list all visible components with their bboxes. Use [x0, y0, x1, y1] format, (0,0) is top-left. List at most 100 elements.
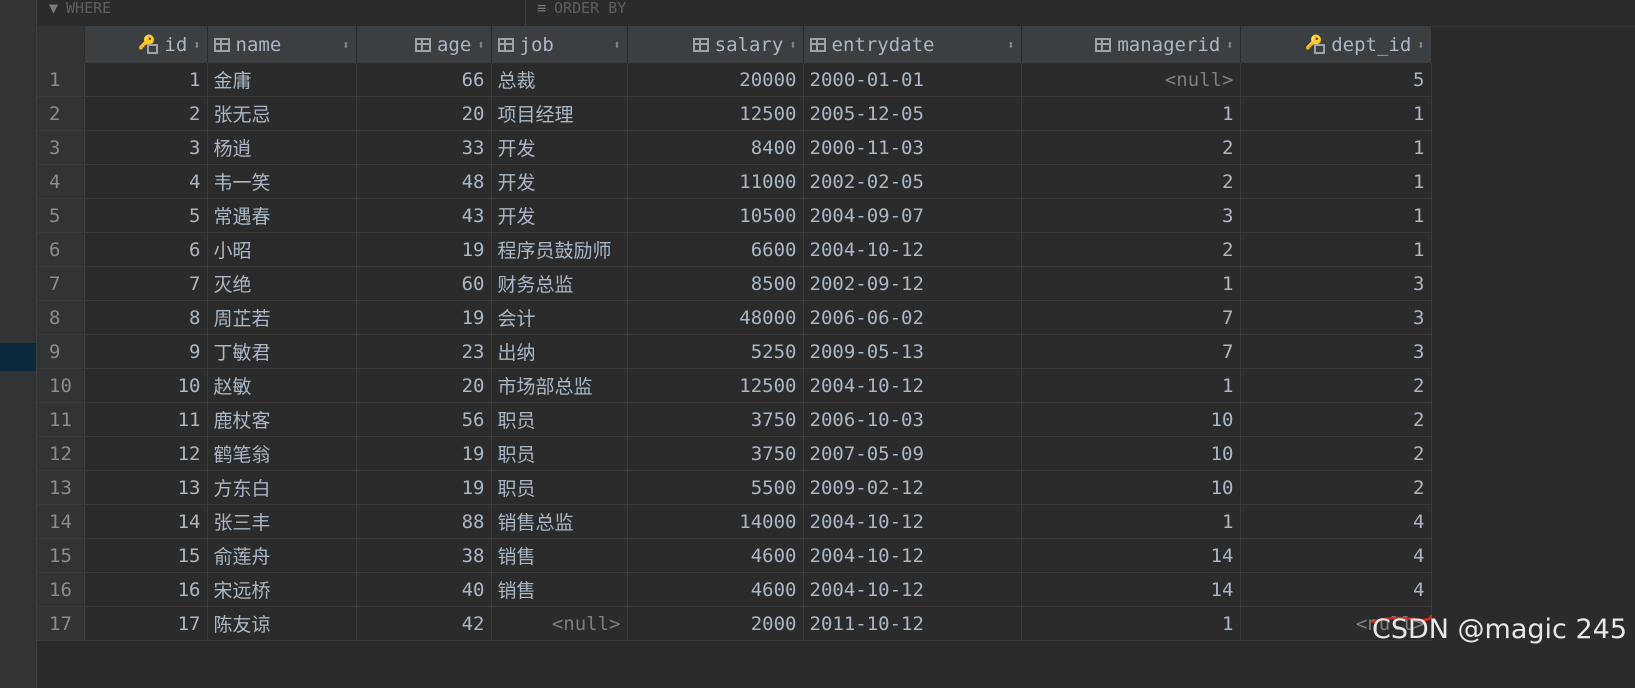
cell-job[interactable]: 销售 [491, 572, 628, 607]
table-row[interactable]: 3 3 杨逍 33 开发 8400 2000-11-03 2 1 [37, 130, 1432, 165]
cell-entrydate[interactable]: 2009-02-12 [803, 470, 1022, 505]
column-header-age[interactable]: age ⬍ [356, 26, 492, 63]
table-row[interactable]: 17 17 陈友谅 42 <null> 2000 2011-10-12 1 <null> [37, 606, 1432, 641]
cell-id[interactable]: 11 [84, 402, 208, 437]
row-number[interactable]: 9 [37, 334, 85, 369]
cell-salary[interactable]: 4600 [627, 538, 804, 573]
cell-name[interactable]: 鹤笔翁 [207, 436, 357, 471]
table-row[interactable]: 4 4 韦一笑 48 开发 11000 2002-02-05 2 1 [37, 164, 1432, 199]
cell-managerid[interactable]: 3 [1021, 198, 1241, 233]
cell-id[interactable]: 15 [84, 538, 208, 573]
cell-entrydate[interactable]: 2000-01-01 [803, 63, 1022, 97]
order-by-filter[interactable]: ≡ ORDER BY [537, 0, 626, 26]
cell-managerid[interactable]: <null> [1021, 63, 1241, 97]
cell-age[interactable]: 66 [356, 63, 492, 97]
cell-id[interactable]: 6 [84, 232, 208, 267]
cell-entrydate[interactable]: 2011-10-12 [803, 606, 1022, 641]
column-header-name[interactable]: name ⬍ [207, 26, 357, 63]
cell-job[interactable]: <null> [491, 606, 628, 641]
cell-age[interactable]: 43 [356, 198, 492, 233]
cell-name[interactable]: 陈友谅 [207, 606, 357, 641]
cell-dept-id[interactable]: 2 [1240, 436, 1432, 471]
cell-job[interactable]: 出纳 [491, 334, 628, 369]
cell-dept-id[interactable]: 2 [1240, 470, 1432, 505]
cell-managerid[interactable]: 2 [1021, 232, 1241, 267]
cell-age[interactable]: 33 [356, 130, 492, 165]
cell-id[interactable]: 5 [84, 198, 208, 233]
cell-managerid[interactable]: 1 [1021, 504, 1241, 539]
cell-dept-id[interactable]: 1 [1240, 232, 1432, 267]
cell-dept-id[interactable]: 1 [1240, 96, 1432, 131]
row-number[interactable]: 10 [37, 368, 85, 403]
cell-job[interactable]: 市场部总监 [491, 368, 628, 403]
cell-salary[interactable]: 4600 [627, 572, 804, 607]
row-number[interactable]: 15 [37, 538, 85, 573]
sort-icon[interactable]: ⬍ [1417, 38, 1424, 52]
cell-managerid[interactable]: 1 [1021, 368, 1241, 403]
cell-dept-id[interactable]: 4 [1240, 538, 1432, 573]
table-row[interactable]: 12 12 鹤笔翁 19 职员 3750 2007-05-09 10 2 [37, 436, 1432, 471]
cell-name[interactable]: 张三丰 [207, 504, 357, 539]
cell-age[interactable]: 42 [356, 606, 492, 641]
cell-entrydate[interactable]: 2005-12-05 [803, 96, 1022, 131]
cell-job[interactable]: 会计 [491, 300, 628, 335]
cell-entrydate[interactable]: 2004-09-07 [803, 198, 1022, 233]
cell-managerid[interactable]: 7 [1021, 334, 1241, 369]
cell-entrydate[interactable]: 2004-10-12 [803, 504, 1022, 539]
cell-managerid[interactable]: 10 [1021, 402, 1241, 437]
cell-id[interactable]: 13 [84, 470, 208, 505]
cell-job[interactable]: 职员 [491, 436, 628, 471]
cell-job[interactable]: 项目经理 [491, 96, 628, 131]
cell-id[interactable]: 2 [84, 96, 208, 131]
cell-salary[interactable]: 14000 [627, 504, 804, 539]
cell-id[interactable]: 4 [84, 164, 208, 199]
cell-name[interactable]: 金庸 [207, 63, 357, 97]
cell-dept-id[interactable]: 2 [1240, 402, 1432, 437]
cell-entrydate[interactable]: 2006-06-02 [803, 300, 1022, 335]
cell-id[interactable]: 3 [84, 130, 208, 165]
cell-dept-id[interactable]: 1 [1240, 164, 1432, 199]
table-row[interactable]: 9 9 丁敏君 23 出纳 5250 2009-05-13 7 3 [37, 334, 1432, 369]
cell-age[interactable]: 56 [356, 402, 492, 437]
sort-icon[interactable]: ⬍ [789, 38, 796, 52]
cell-managerid[interactable]: 14 [1021, 572, 1241, 607]
row-number[interactable]: 8 [37, 300, 85, 335]
cell-salary[interactable]: 3750 [627, 436, 804, 471]
cell-entrydate[interactable]: 2006-10-03 [803, 402, 1022, 437]
cell-managerid[interactable]: 1 [1021, 266, 1241, 301]
cell-job[interactable]: 开发 [491, 198, 628, 233]
cell-name[interactable]: 鹿杖客 [207, 402, 357, 437]
sort-icon[interactable]: ⬍ [193, 38, 200, 52]
cell-salary[interactable]: 5250 [627, 334, 804, 369]
row-number[interactable]: 1 [37, 63, 85, 97]
cell-id[interactable]: 9 [84, 334, 208, 369]
cell-salary[interactable]: 10500 [627, 198, 804, 233]
cell-id[interactable]: 14 [84, 504, 208, 539]
cell-id[interactable]: 12 [84, 436, 208, 471]
cell-dept-id[interactable]: 3 [1240, 334, 1432, 369]
table-row[interactable]: 11 11 鹿杖客 56 职员 3750 2006-10-03 10 2 [37, 402, 1432, 437]
cell-job[interactable]: 销售 [491, 538, 628, 573]
cell-job[interactable]: 销售总监 [491, 504, 628, 539]
table-row[interactable]: 16 16 宋远桥 40 销售 4600 2004-10-12 14 4 [37, 572, 1432, 607]
cell-salary[interactable]: 12500 [627, 368, 804, 403]
table-row[interactable]: 8 8 周芷若 19 会计 48000 2006-06-02 7 3 [37, 300, 1432, 335]
cell-id[interactable]: 17 [84, 606, 208, 641]
cell-age[interactable]: 40 [356, 572, 492, 607]
row-number[interactable]: 7 [37, 266, 85, 301]
table-row[interactable]: 1 1 金庸 66 总裁 20000 2000-01-01 <null> 5 [37, 63, 1432, 97]
cell-job[interactable]: 开发 [491, 130, 628, 165]
cell-managerid[interactable]: 1 [1021, 96, 1241, 131]
table-row[interactable]: 6 6 小昭 19 程序员鼓励师 6600 2004-10-12 2 1 [37, 232, 1432, 267]
cell-managerid[interactable]: 7 [1021, 300, 1241, 335]
cell-entrydate[interactable]: 2004-10-12 [803, 232, 1022, 267]
cell-dept-id[interactable]: 4 [1240, 572, 1432, 607]
cell-name[interactable]: 韦一笑 [207, 164, 357, 199]
cell-salary[interactable]: 11000 [627, 164, 804, 199]
cell-id[interactable]: 16 [84, 572, 208, 607]
cell-entrydate[interactable]: 2007-05-09 [803, 436, 1022, 471]
column-header-id[interactable]: 🔑 id ⬍ [84, 26, 208, 63]
cell-name[interactable]: 张无忌 [207, 96, 357, 131]
table-row[interactable]: 5 5 常遇春 43 开发 10500 2004-09-07 3 1 [37, 198, 1432, 233]
cell-id[interactable]: 1 [84, 63, 208, 97]
